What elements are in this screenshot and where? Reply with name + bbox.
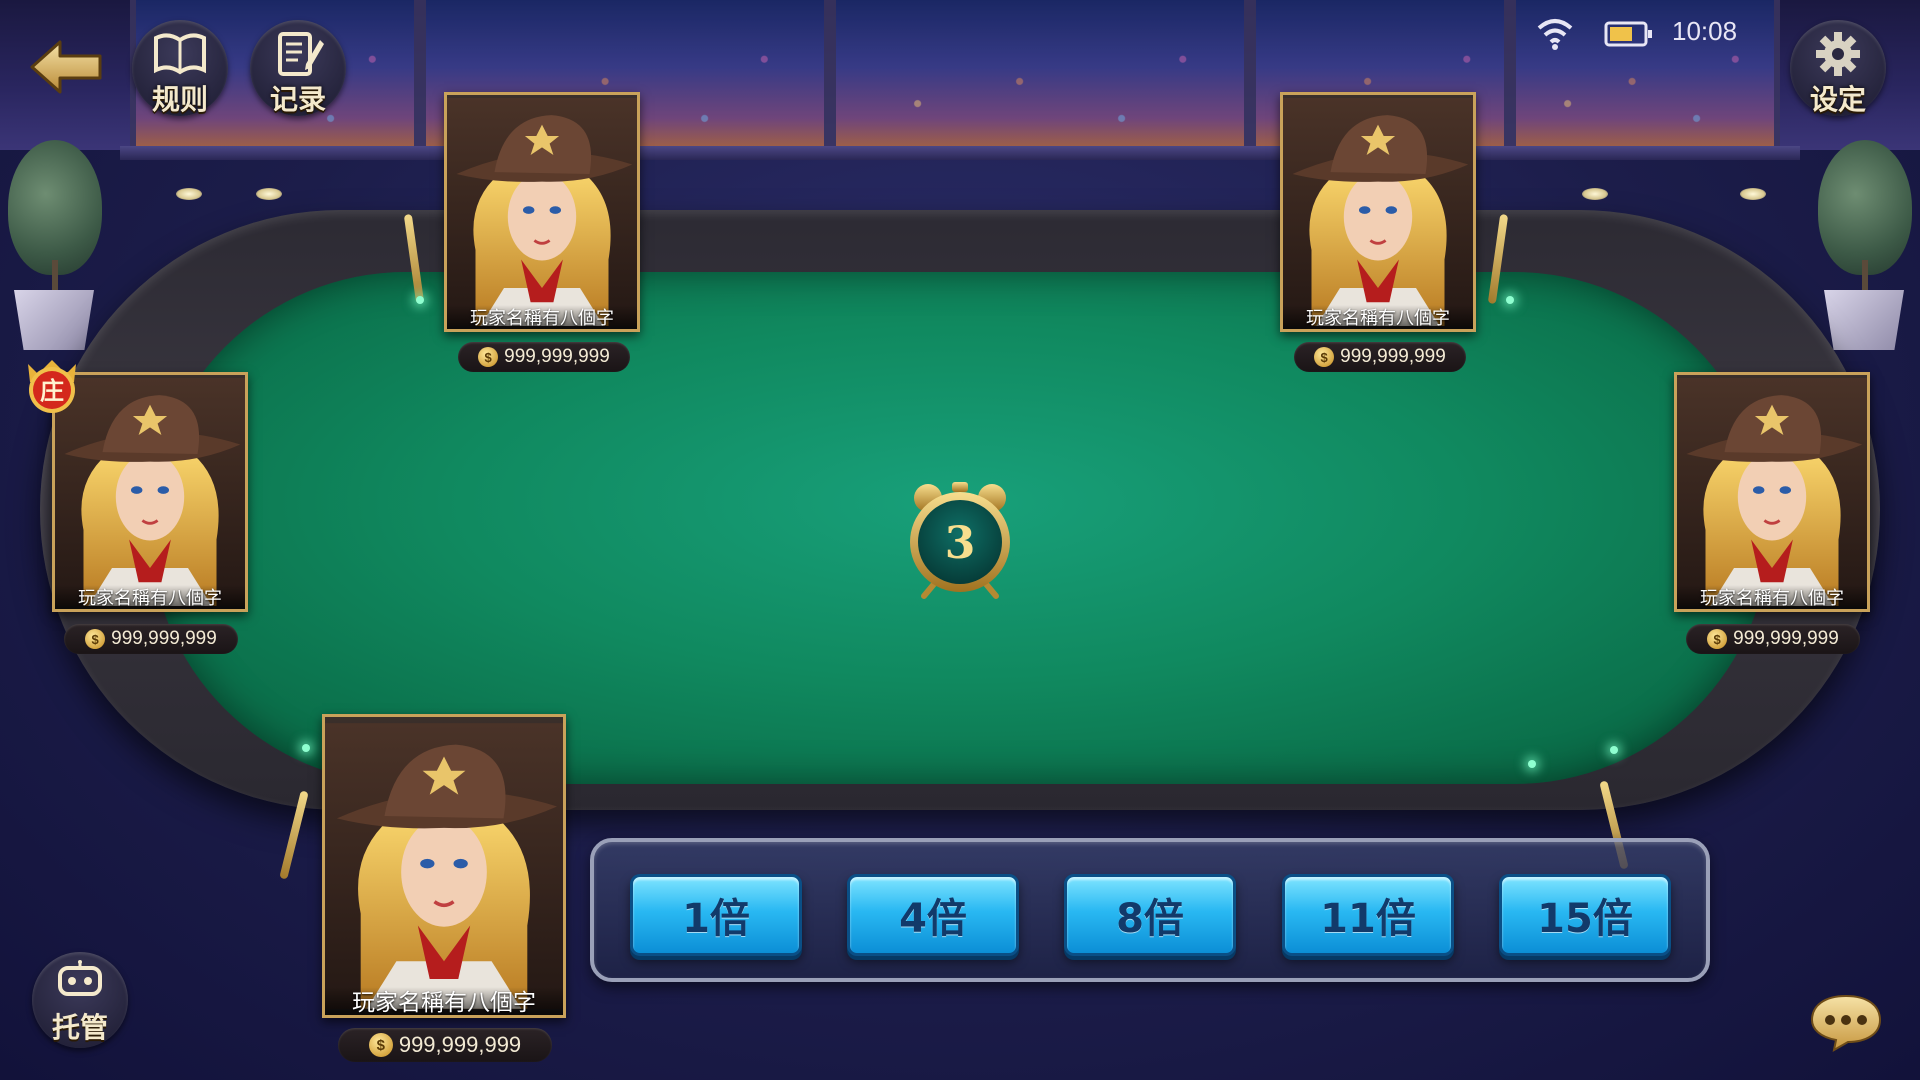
coin-icon: $ — [1707, 629, 1728, 649]
player-name: 玩家名稱有八個字 — [447, 305, 637, 329]
player-coin-balance: $ 999,999,999 — [1686, 624, 1860, 654]
player-name: 玩家名稱有八個字 — [325, 987, 563, 1015]
player-name: 玩家名稱有八個字 — [1677, 585, 1867, 609]
rules-label: 规则 — [151, 84, 208, 115]
table-light-dot — [1610, 746, 1618, 754]
player-seat-top-left[interactable]: 玩家名稱有八個字 $ 999,999,999 — [444, 92, 640, 372]
player-seat-right[interactable]: 玩家名稱有八個字 $ 999,999,999 — [1674, 372, 1870, 654]
cowgirl-avatar-image — [325, 717, 563, 1015]
multiplier-button-4x[interactable]: 4倍 — [847, 874, 1019, 956]
notepad-icon — [278, 32, 324, 76]
player-coin-balance: $ 999,999,999 — [64, 624, 238, 654]
coin-amount: 999,999,999 — [1733, 628, 1839, 649]
coin-amount: 999,999,999 — [1340, 346, 1446, 367]
wifi-icon — [1537, 19, 1573, 50]
gear-icon — [1816, 32, 1860, 76]
coin-amount: 999,999,999 — [504, 346, 610, 367]
table-light-dot — [1528, 760, 1536, 768]
city-window — [830, 0, 1250, 148]
player-name: 玩家名稱有八個字 — [1283, 305, 1473, 329]
dealer-crown-icon: 庄 — [28, 360, 76, 413]
auto-play-button[interactable]: 托管 — [32, 952, 128, 1048]
player-coin-balance: $ 999,999,999 — [338, 1028, 552, 1062]
player-avatar[interactable]: 玩家名稱有八個字 — [1280, 92, 1476, 332]
multiplier-panel: 1倍 4倍 8倍 11倍 15倍 — [590, 838, 1710, 982]
records-button[interactable]: 记录 — [250, 20, 346, 116]
table-light-dot — [1506, 296, 1514, 304]
robot-icon — [58, 960, 102, 996]
back-button[interactable] — [30, 38, 102, 96]
coin-amount: 999,999,999 — [111, 628, 217, 649]
dealer-badge-text: 庄 — [40, 377, 64, 405]
multiplier-button-11x[interactable]: 11倍 — [1282, 874, 1454, 956]
coin-icon: $ — [1314, 347, 1335, 367]
player-name: 玩家名稱有八個字 — [55, 585, 245, 609]
ceiling-light — [256, 188, 282, 200]
window-sill — [120, 146, 1800, 160]
rules-button[interactable]: 规则 — [132, 20, 228, 116]
ceiling-light — [1740, 188, 1766, 200]
countdown-number: 3 — [945, 518, 976, 569]
multiplier-button-1x[interactable]: 1倍 — [630, 874, 802, 956]
cowgirl-avatar-image — [1283, 95, 1473, 329]
coin-icon: $ — [478, 347, 499, 367]
multiplier-button-15x[interactable]: 15倍 — [1499, 874, 1671, 956]
back-arrow-icon — [30, 40, 102, 94]
chat-bubble-icon — [1810, 994, 1882, 1052]
ceiling-light — [1582, 188, 1608, 200]
cowgirl-avatar-image — [1677, 375, 1867, 609]
auto-play-label: 托管 — [51, 1012, 108, 1043]
player-avatar[interactable]: 玩家名稱有八個字 — [1674, 372, 1870, 612]
table-light-dot — [302, 744, 310, 752]
coin-icon: $ — [85, 629, 106, 649]
multiplier-button-8x[interactable]: 8倍 — [1064, 874, 1236, 956]
book-icon — [154, 33, 206, 75]
coin-icon: $ — [368, 1033, 393, 1057]
dealer-badge: 庄 — [22, 356, 82, 416]
player-avatar[interactable]: 玩家名稱有八個字 — [322, 714, 566, 1018]
settings-label: 设定 — [1809, 84, 1866, 115]
records-label: 记录 — [269, 84, 326, 115]
player-seat-top-right[interactable]: 玩家名稱有八個字 $ 999,999,999 — [1280, 92, 1476, 372]
settings-button[interactable]: 设定 — [1790, 20, 1886, 116]
player-seat-self[interactable]: 玩家名稱有八個字 $ 999,999,999 — [322, 714, 566, 1064]
countdown-timer: 3 — [904, 478, 1016, 600]
player-coin-balance: $ 999,999,999 — [1294, 342, 1466, 372]
cowgirl-avatar-image — [447, 95, 637, 329]
battery-icon — [1604, 21, 1652, 47]
table-light-dot — [416, 296, 424, 304]
player-coin-balance: $ 999,999,999 — [458, 342, 630, 372]
status-clock: 10:08 — [1672, 16, 1738, 46]
potted-plant — [0, 140, 110, 350]
cowgirl-avatar-image — [55, 375, 245, 609]
ceiling-light — [176, 188, 202, 200]
player-avatar[interactable]: 玩家名稱有八個字 — [444, 92, 640, 332]
potted-plant — [1810, 140, 1920, 350]
coin-amount: 999,999,999 — [398, 1032, 522, 1057]
chat-button[interactable] — [1808, 992, 1884, 1054]
alarm-clock-icon: 3 — [910, 482, 1010, 599]
